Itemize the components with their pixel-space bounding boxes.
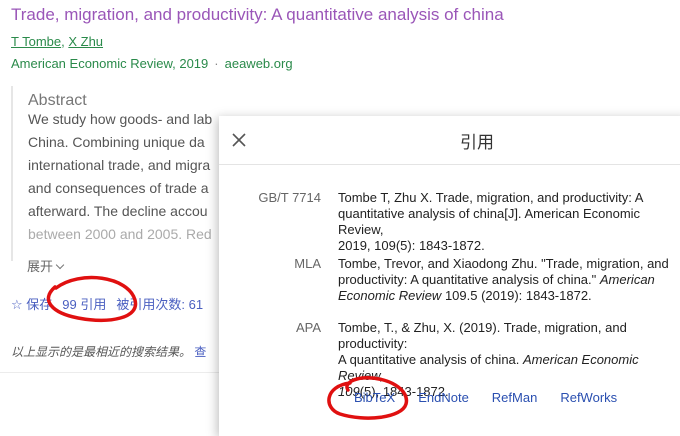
cite-button[interactable]: 99 引用 — [62, 297, 106, 312]
cite-line: Tombe, Trevor, and Xiaodong Zhu. "Trade,… — [338, 256, 669, 271]
abstract-panel: Abstract We study how goods- and lab Chi… — [11, 86, 228, 261]
dialog-header: 引用 — [219, 116, 680, 165]
save-button[interactable]: ☆ 保存 — [11, 297, 52, 312]
cite-style-label: GB/T 7714 — [258, 190, 321, 205]
export-refworks-link[interactable]: RefWorks — [560, 390, 617, 405]
export-links: BibTeX EndNote RefMan RefWorks — [354, 390, 640, 405]
cite-line: 2019, 109(5): 1843-1872. — [338, 238, 485, 253]
export-bibtex-link[interactable]: BibTeX — [354, 390, 395, 405]
cite-text-apa[interactable]: Tombe, T., & Zhu, X. (2019). Trade, migr… — [338, 320, 680, 400]
cite-line: Economic Review 109.5 (2019): 1843-1872. — [338, 288, 592, 303]
result-actions: ☆ 保存 99 引用 被引用次数: 61 — [11, 294, 213, 313]
cite-line: Tombe T, Zhu X. Trade, migration, and pr… — [338, 190, 644, 205]
abstract-line: afterward. The decline accou — [28, 203, 208, 219]
cite-line: productivity: A quantitative analysis of… — [338, 272, 655, 287]
cite-dialog: 引用 GB/T 7714 Tombe T, Zhu X. Trade, migr… — [219, 116, 680, 436]
venue-text: American Economic Review, 2019 — [11, 56, 209, 71]
result-venue: American Economic Review, 2019 · aeaweb.or… — [11, 56, 293, 71]
abstract-line: China. Combining unique da — [28, 134, 205, 150]
cite-text-mla[interactable]: Tombe, Trevor, and Xiaodong Zhu. "Trade,… — [338, 256, 680, 304]
dialog-title: 引用 — [460, 133, 494, 152]
author-link[interactable]: X Zhu — [68, 34, 103, 49]
search-note-text: 以上显示的是最相近的搜索结果。 — [11, 345, 192, 359]
result-authors: T Tombe, X Zhu — [11, 34, 103, 49]
result-title[interactable]: Trade, migration, and productivity: A qu… — [11, 5, 504, 25]
chevron-down-icon — [55, 260, 65, 270]
abstract-line: international trade, and migra — [28, 157, 211, 173]
abstract-line: and consequences of trade a — [28, 180, 209, 196]
cited-by-link[interactable]: 被引用次数: 61 — [116, 297, 203, 312]
cite-line: Tombe, T., & Zhu, X. (2019). Trade, migr… — [338, 320, 627, 351]
search-note-link[interactable]: 查 — [194, 345, 206, 359]
expand-label: 展开 — [27, 259, 54, 274]
author-link[interactable]: T Tombe — [11, 34, 61, 49]
export-endnote-link[interactable]: EndNote — [418, 390, 469, 405]
abstract-line: We study how goods- and lab — [28, 111, 213, 127]
search-note: 以上显示的是最相近的搜索结果。 查 — [11, 343, 206, 360]
cite-text-gbt[interactable]: Tombe T, Zhu X. Trade, migration, and pr… — [338, 190, 680, 254]
cite-style-label: APA — [295, 320, 321, 335]
export-refman-link[interactable]: RefMan — [492, 390, 538, 405]
abstract-line: between 2000 and 2005. Red — [28, 226, 212, 242]
cite-line: A quantitative analysis of china. Americ… — [338, 352, 639, 383]
expand-abstract-button[interactable]: 展开 — [27, 256, 65, 275]
close-icon[interactable] — [231, 132, 247, 148]
abstract-heading: Abstract — [28, 92, 87, 109]
venue-source: aeaweb.org — [224, 56, 293, 71]
cite-style-label: MLA — [294, 256, 321, 271]
divider — [0, 372, 225, 373]
venue-separator: · — [214, 56, 219, 71]
cite-line: quantitative analysis of china[J]. Ameri… — [338, 206, 641, 237]
